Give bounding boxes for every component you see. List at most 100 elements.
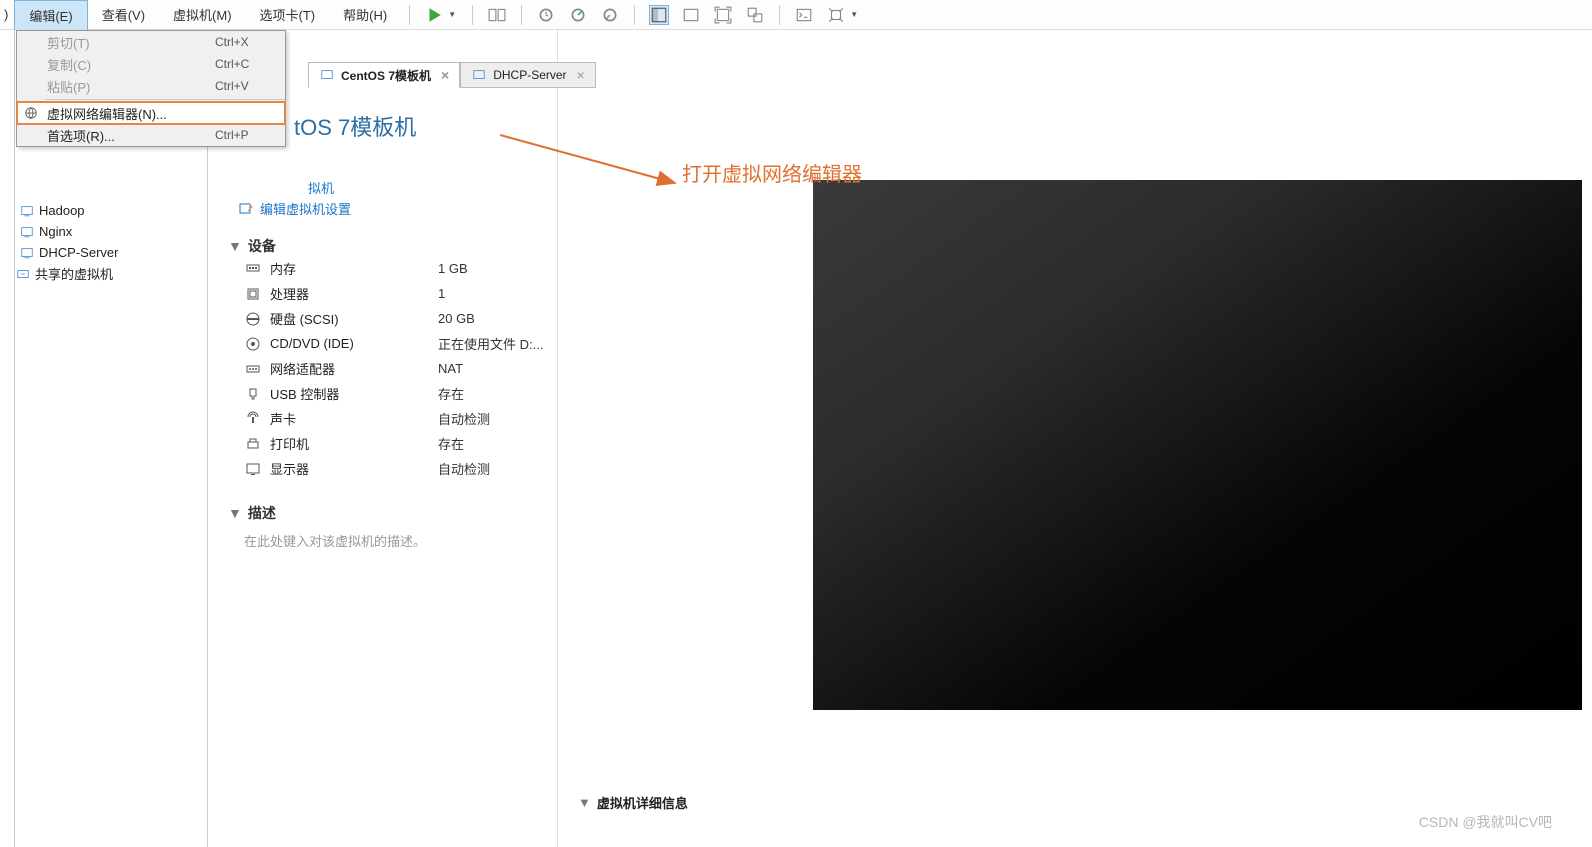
- tab-label: CentOS 7模板机: [341, 67, 431, 84]
- play-caret-icon[interactable]: ▼: [448, 10, 458, 19]
- device-value: 自动检测: [438, 459, 490, 478]
- device-label: 声卡: [270, 409, 430, 428]
- device-icon: [244, 385, 262, 403]
- content-area: CentOS 7模板机 × DHCP-Server × tOS 7模板机 拟机 …: [208, 30, 1592, 847]
- device-value: 存在: [438, 384, 464, 403]
- device-row[interactable]: 内存 1 GB: [228, 256, 557, 281]
- globe-icon: [17, 106, 45, 120]
- vm-icon: [319, 67, 335, 83]
- device-value: 1 GB: [438, 261, 468, 276]
- tab-centos7[interactable]: CentOS 7模板机 ×: [308, 62, 460, 88]
- sidebar-item-label: Nginx: [39, 224, 72, 239]
- stretch-caret-icon[interactable]: ▼: [850, 10, 860, 19]
- menu-paste[interactable]: 粘贴(P) Ctrl+V: [17, 75, 285, 97]
- menu-file-fragment[interactable]: ): [0, 0, 14, 30]
- annotation-arrow: [500, 125, 690, 205]
- device-label: USB 控制器: [270, 384, 430, 403]
- menu-view[interactable]: 查看(V): [88, 0, 159, 30]
- menu-virtual-network-editor[interactable]: 虚拟网络编辑器(N)...: [17, 102, 285, 124]
- triangle-down-icon: ▼: [228, 238, 242, 254]
- menu-tabs[interactable]: 选项卡(T): [246, 0, 330, 30]
- view-mode2-icon[interactable]: [681, 5, 701, 25]
- sidebar-item-nginx[interactable]: Nginx: [15, 221, 207, 242]
- device-icon: [244, 260, 262, 278]
- snapshot-manager-icon[interactable]: [600, 5, 620, 25]
- snapshot-icon[interactable]: [536, 5, 556, 25]
- device-row[interactable]: 打印机存在: [228, 431, 557, 456]
- vm-icon: [19, 245, 35, 261]
- device-icon: [244, 410, 262, 428]
- device-row[interactable]: 处理器1: [228, 281, 557, 306]
- separator: [779, 5, 780, 25]
- device-row[interactable]: 网络适配器 NAT: [228, 356, 557, 381]
- close-icon[interactable]: ×: [441, 67, 449, 83]
- menu-cut[interactable]: 剪切(T) Ctrl+X: [17, 31, 285, 53]
- menu-copy[interactable]: 复制(C) Ctrl+C: [17, 53, 285, 75]
- description-header[interactable]: ▼ 描述: [228, 503, 557, 523]
- separator: [634, 5, 635, 25]
- device-icon: [244, 285, 262, 303]
- play-icon[interactable]: [424, 5, 444, 25]
- device-label: 网络适配器: [270, 359, 430, 378]
- vm-preview[interactable]: [813, 180, 1582, 710]
- triangle-down-icon: ▼: [578, 795, 591, 810]
- tabstrip: CentOS 7模板机 × DHCP-Server ×: [308, 62, 596, 88]
- annotation-text: 打开虚拟网络编辑器: [682, 158, 862, 187]
- action-partial[interactable]: 拟机: [308, 181, 334, 196]
- menu-separator: [45, 99, 285, 100]
- menu-preferences[interactable]: 首选项(R)... Ctrl+P: [17, 124, 285, 146]
- device-row[interactable]: CD/DVD (IDE) 正在使用文件 D:...: [228, 331, 557, 356]
- device-label: CD/DVD (IDE): [270, 336, 430, 351]
- menubar: ) 编辑(E) 查看(V) 虚拟机(M) 选项卡(T) 帮助(H) ▼ ▼: [0, 0, 1592, 30]
- device-label: 内存: [270, 259, 430, 278]
- vm-icon: [19, 224, 35, 240]
- sidebar-item-dhcp[interactable]: DHCP-Server: [15, 242, 207, 263]
- device-row[interactable]: USB 控制器存在: [228, 381, 557, 406]
- vm-icon: [471, 67, 487, 83]
- tab-dhcp[interactable]: DHCP-Server ×: [460, 62, 596, 88]
- sidebar: Hadoop Nginx DHCP-Server 共享的虚拟机: [15, 30, 208, 847]
- snapshot-revert-icon[interactable]: [568, 5, 588, 25]
- device-icon: [244, 360, 262, 378]
- console-icon[interactable]: [794, 5, 814, 25]
- sidebar-shared-vms[interactable]: 共享的虚拟机: [15, 263, 207, 284]
- device-value: 20 GB: [438, 311, 475, 326]
- device-row[interactable]: 显示器自动检测: [228, 456, 557, 481]
- device-icon: [244, 460, 262, 478]
- device-icon: [244, 435, 262, 453]
- sidebar-item-label: DHCP-Server: [39, 245, 118, 260]
- toolbar-icon-1[interactable]: [487, 5, 507, 25]
- device-icon: [244, 310, 262, 328]
- description-placeholder[interactable]: 在此处键入对该虚拟机的描述。: [228, 523, 557, 550]
- vm-details-header[interactable]: ▼ 虚拟机详细信息: [578, 793, 688, 812]
- device-row[interactable]: 硬盘 (SCSI) 20 GB: [228, 306, 557, 331]
- device-label: 硬盘 (SCSI): [270, 309, 430, 328]
- close-icon[interactable]: ×: [577, 67, 585, 83]
- edit-icon: [238, 201, 254, 217]
- device-value: 自动检测: [438, 409, 490, 428]
- fullscreen-icon[interactable]: [713, 5, 733, 25]
- unity-icon[interactable]: [745, 5, 765, 25]
- left-edge: [0, 30, 15, 847]
- tab-label: DHCP-Server: [493, 68, 566, 82]
- watermark: CSDN @我就叫CV吧: [1419, 812, 1552, 832]
- devices-header[interactable]: ▼ 设备: [228, 236, 557, 256]
- view-mode1-icon[interactable]: [649, 5, 669, 25]
- menu-vm[interactable]: 虚拟机(M): [159, 0, 246, 30]
- triangle-down-icon: ▼: [228, 505, 242, 521]
- sidebar-item-label: 共享的虚拟机: [35, 264, 113, 283]
- separator: [472, 5, 473, 25]
- shared-icon: [15, 266, 31, 282]
- device-value: 正在使用文件 D:...: [438, 334, 543, 353]
- stretch-icon[interactable]: [826, 5, 846, 25]
- menu-help[interactable]: 帮助(H): [329, 0, 401, 30]
- device-row[interactable]: 声卡自动检测: [228, 406, 557, 431]
- separator: [409, 5, 410, 25]
- menu-edit[interactable]: 编辑(E): [14, 0, 87, 30]
- device-value: 1: [438, 286, 445, 301]
- preview-panel: ▼ 虚拟机详细信息: [558, 30, 1592, 847]
- device-value: NAT: [438, 361, 463, 376]
- device-value: 存在: [438, 434, 464, 453]
- sidebar-item-hadoop[interactable]: Hadoop: [15, 200, 207, 221]
- device-icon: [244, 335, 262, 353]
